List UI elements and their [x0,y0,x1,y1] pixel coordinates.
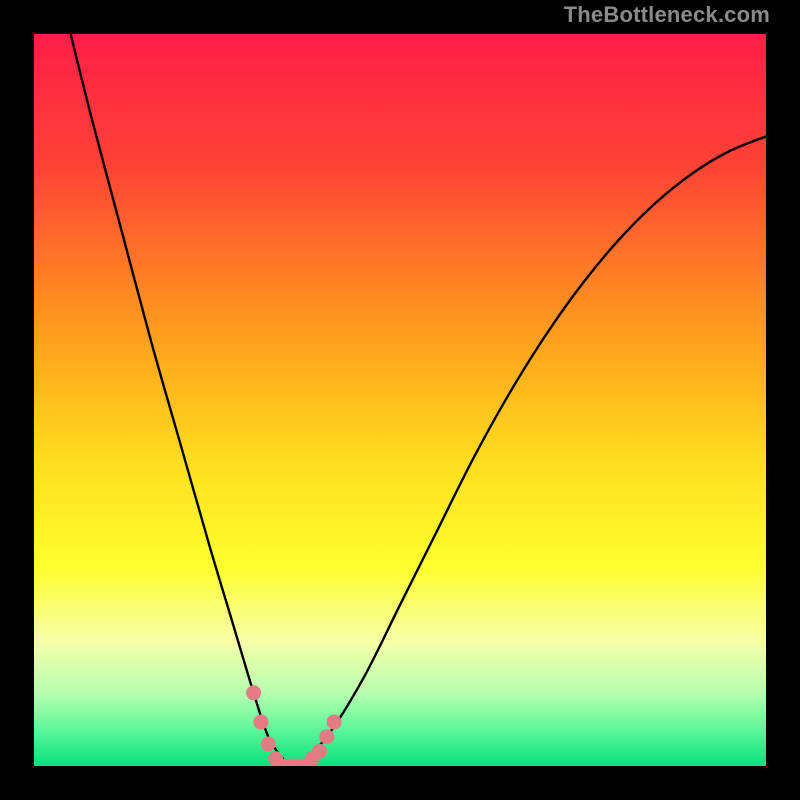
optimal-zone-dot [327,715,342,730]
curve-layer [34,34,766,766]
plot-area [34,34,766,766]
optimal-zone-dot [246,685,261,700]
bottleneck-curve [71,34,766,766]
chart-frame: TheBottleneck.com [0,0,800,800]
optimal-zone-dot [261,737,276,752]
optimal-zone-dot [319,729,334,744]
optimal-zone-dot [253,715,268,730]
watermark-text: TheBottleneck.com [564,2,770,28]
optimal-zone-markers [246,685,342,766]
optimal-zone-dot [312,744,327,759]
